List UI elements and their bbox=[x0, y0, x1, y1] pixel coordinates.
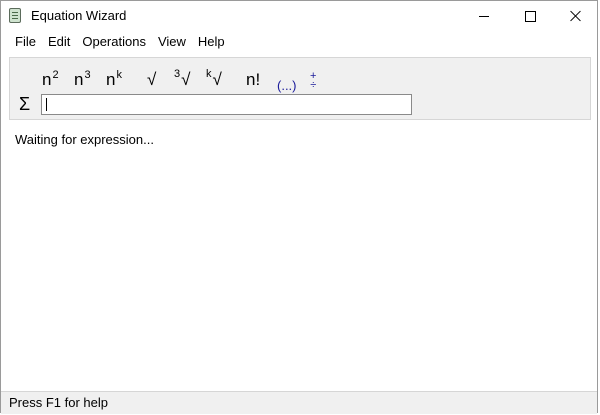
square-root-button[interactable]: √ bbox=[147, 64, 156, 90]
app-window: Equation Wizard File Edit Operations Vie… bbox=[0, 0, 598, 414]
menu-help[interactable]: Help bbox=[192, 32, 231, 52]
power-button[interactable]: nk bbox=[106, 64, 122, 90]
title-bar[interactable]: Equation Wizard bbox=[1, 1, 597, 31]
menu-edit[interactable]: Edit bbox=[42, 32, 76, 52]
result-message: Waiting for expression... bbox=[15, 132, 154, 147]
square-button[interactable]: n2 bbox=[42, 64, 59, 90]
close-icon bbox=[570, 10, 582, 22]
menu-operations[interactable]: Operations bbox=[76, 32, 152, 52]
maximize-button[interactable] bbox=[507, 1, 553, 31]
kth-root-index: k bbox=[206, 68, 212, 80]
calculator-app-icon bbox=[9, 8, 21, 23]
sigma-icon: Σ bbox=[19, 94, 31, 114]
equation-toolbar: n2 n3 nk √ 3 √ k √ n! (...) + ÷ Σ bbox=[9, 57, 591, 120]
square-exponent: 2 bbox=[52, 69, 59, 81]
cube-root-icon: √ bbox=[181, 70, 191, 89]
menu-file[interactable]: File bbox=[9, 32, 42, 52]
cube-exponent: 3 bbox=[84, 69, 91, 81]
window-title: Equation Wizard bbox=[31, 8, 127, 23]
fraction-button[interactable]: + ÷ bbox=[310, 64, 317, 91]
factorial-label: n! bbox=[246, 70, 261, 89]
menu-view[interactable]: View bbox=[152, 32, 192, 52]
power-base: n bbox=[106, 70, 116, 89]
square-base: n bbox=[42, 70, 52, 89]
kth-root-button[interactable]: k √ bbox=[206, 64, 222, 90]
fraction-icon: + ÷ bbox=[310, 71, 317, 91]
minimize-button[interactable] bbox=[461, 1, 507, 31]
kth-root-icon: √ bbox=[212, 70, 222, 89]
menu-bar: File Edit Operations View Help bbox=[1, 31, 597, 53]
cube-root-index: 3 bbox=[174, 68, 181, 80]
cube-base: n bbox=[74, 70, 84, 89]
expression-input[interactable] bbox=[41, 94, 412, 115]
parentheses-label: (...) bbox=[277, 78, 297, 93]
status-bar-text: Press F1 for help bbox=[9, 395, 108, 410]
close-button[interactable] bbox=[553, 1, 599, 31]
text-caret bbox=[46, 98, 47, 111]
status-bar: Press F1 for help bbox=[1, 391, 597, 414]
parentheses-button[interactable]: (...) bbox=[277, 67, 297, 93]
cube-root-button[interactable]: 3 √ bbox=[174, 64, 190, 90]
maximize-icon bbox=[524, 10, 536, 22]
cube-button[interactable]: n3 bbox=[74, 64, 91, 90]
minimize-icon bbox=[479, 15, 489, 17]
fraction-bottom: ÷ bbox=[310, 79, 317, 91]
power-exponent: k bbox=[116, 69, 122, 81]
factorial-button[interactable]: n! bbox=[246, 64, 260, 90]
square-root-icon: √ bbox=[147, 70, 157, 89]
